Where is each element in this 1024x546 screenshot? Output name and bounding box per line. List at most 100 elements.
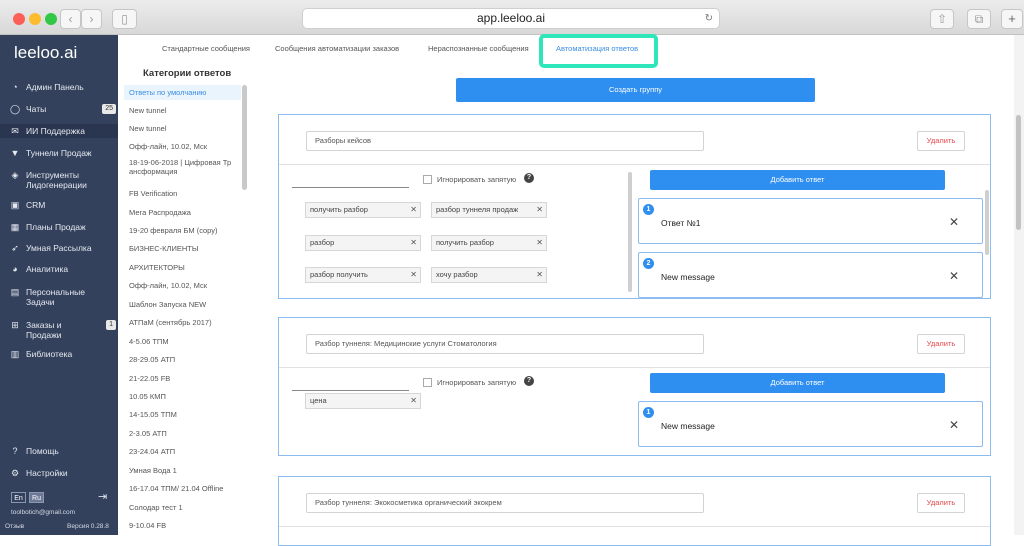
- answer-number: 1: [643, 407, 654, 418]
- keyword-input[interactable]: [292, 187, 409, 188]
- remove-keyword-icon[interactable]: ✕: [536, 236, 543, 250]
- tab-order-automation[interactable]: Сообщения автоматизации заказов: [275, 44, 399, 53]
- sidebar-item-5[interactable]: ◈ Инструменты Лидогенерации: [0, 170, 118, 190]
- sidebar-item-3[interactable]: ✉ ИИ Поддержка: [0, 124, 118, 138]
- category-item[interactable]: Шаблон Запуска NEW: [124, 297, 241, 312]
- keyword-tag[interactable]: получить разбор ✕: [305, 202, 421, 218]
- page-scrollbar[interactable]: [1014, 35, 1024, 535]
- category-item[interactable]: АРХИТЕКТОРЫ: [124, 260, 241, 275]
- close-icon[interactable]: ✕: [949, 215, 959, 229]
- sidebar-item-4[interactable]: ▼ Туннели Продаж: [0, 148, 118, 158]
- category-item[interactable]: 10.05 КМП: [124, 389, 241, 404]
- reload-icon[interactable]: ↻: [705, 9, 713, 28]
- count-badge: 25: [102, 104, 116, 114]
- close-icon[interactable]: ✕: [949, 418, 959, 432]
- category-item[interactable]: Офф-лайн, 10.02, Мск: [124, 278, 241, 293]
- category-item[interactable]: Солодар тест 1: [124, 500, 241, 515]
- keyword-input[interactable]: [292, 390, 409, 391]
- lang-en-button[interactable]: En: [11, 492, 26, 503]
- category-item[interactable]: 14-15.05 ТПМ: [124, 407, 241, 422]
- sidebar-item-settings[interactable]: ⚙ Настройки: [0, 468, 118, 478]
- logout-icon[interactable]: ⇥: [98, 490, 107, 503]
- sidebar-toggle-icon[interactable]: ▯: [112, 9, 137, 29]
- category-item[interactable]: 2-3.05 АТП: [124, 426, 241, 441]
- new-tab-icon[interactable]: +: [1001, 9, 1023, 29]
- delete-group-button[interactable]: Удалить: [917, 493, 965, 513]
- category-item[interactable]: БИЗНЕС-КЛИЕНТЫ: [124, 241, 241, 256]
- sidebar-item-8[interactable]: ➶ Умная Рассылка: [0, 243, 118, 253]
- keyword-tag[interactable]: хочу разбор ✕: [431, 267, 547, 283]
- minimize-window-button[interactable]: [29, 13, 41, 25]
- delete-group-button[interactable]: Удалить: [917, 334, 965, 354]
- help-icon[interactable]: ?: [524, 173, 534, 183]
- add-answer-button[interactable]: Добавить ответ: [650, 373, 945, 393]
- tab-standard-messages[interactable]: Стандартные сообщения: [162, 44, 250, 53]
- remove-keyword-icon[interactable]: ✕: [410, 394, 417, 408]
- category-item[interactable]: 28-29.05 АТП: [124, 352, 241, 367]
- category-item[interactable]: Ответы по умолчанию: [124, 85, 241, 100]
- remove-keyword-icon[interactable]: ✕: [410, 203, 417, 217]
- answer-card[interactable]: 2 New message ✕: [638, 252, 983, 298]
- address-bar[interactable]: app.leeloo.ai ↻: [302, 8, 720, 29]
- keyword-tag[interactable]: разбор ✕: [305, 235, 421, 251]
- sidebar-item-10[interactable]: ▤ Персональные Задачи: [0, 287, 118, 307]
- category-item[interactable]: АТПаМ (сентябрь 2017): [124, 315, 241, 330]
- send-icon: ➶: [11, 243, 19, 253]
- close-window-button[interactable]: [13, 13, 25, 25]
- answer-card[interactable]: 1 New message ✕: [638, 401, 983, 447]
- page-scrollbar-thumb[interactable]: [1016, 115, 1021, 230]
- sidebar-item-9[interactable]: ◕ Аналитика: [0, 264, 118, 274]
- share-icon[interactable]: ⇧: [930, 9, 954, 29]
- close-icon[interactable]: ✕: [949, 269, 959, 283]
- sidebar-item-2[interactable]: ◯ Чаты 25: [0, 104, 118, 114]
- feedback-link[interactable]: Отзыв: [5, 523, 24, 530]
- remove-keyword-icon[interactable]: ✕: [410, 236, 417, 250]
- group-name-input[interactable]: Разборы кейсов: [306, 131, 704, 151]
- remove-keyword-icon[interactable]: ✕: [410, 268, 417, 282]
- keyword-tag[interactable]: получить разбор ✕: [431, 235, 547, 251]
- category-item[interactable]: 23-24.04 АТП: [124, 444, 241, 459]
- tab-unrecognized[interactable]: Нераспознанные сообщения: [428, 44, 529, 53]
- back-icon[interactable]: ‹: [60, 9, 81, 29]
- create-group-button[interactable]: Создать группу: [456, 78, 815, 102]
- keyword-tag[interactable]: разбор получить ✕: [305, 267, 421, 283]
- remove-keyword-icon[interactable]: ✕: [536, 203, 543, 217]
- answer-card[interactable]: 1 Ответ №1 ✕: [638, 198, 983, 244]
- group-name-input[interactable]: Разбор туннеля: Экокосметика органически…: [306, 493, 704, 513]
- keyword-tag[interactable]: цена ✕: [305, 393, 421, 409]
- answers-scrollbar[interactable]: [985, 190, 989, 255]
- group-name-input[interactable]: Разбор туннеля: Медицинские услуги Стома…: [306, 334, 704, 354]
- category-item[interactable]: 21-22.05 FB: [124, 371, 241, 386]
- category-item[interactable]: 4-5.06 ТПМ: [124, 334, 241, 349]
- sidebar-item-1[interactable]: ◔ Админ Панель: [0, 82, 118, 92]
- categories-scrollbar[interactable]: [242, 85, 247, 190]
- category-item[interactable]: Умная Вода 1: [124, 463, 241, 478]
- ignore-comma-checkbox[interactable]: [423, 175, 432, 184]
- category-item[interactable]: FB Verification: [124, 186, 241, 201]
- address-text: app.leeloo.ai: [476, 11, 546, 25]
- keyword-tag[interactable]: разбор туннеля продаж ✕: [431, 202, 547, 218]
- category-item[interactable]: 19-20 февраля БМ (copy): [124, 223, 241, 238]
- category-item[interactable]: Офф-лайн, 10.02, Мск: [124, 139, 241, 154]
- ignore-comma-checkbox[interactable]: [423, 378, 432, 387]
- sidebar-item-7[interactable]: ▦ Планы Продаж: [0, 222, 118, 232]
- maximize-window-button[interactable]: [45, 13, 57, 25]
- sidebar-item-12[interactable]: ▥ Библиотека: [0, 349, 118, 359]
- sidebar-item-6[interactable]: ▣ CRM: [0, 200, 118, 210]
- forward-icon[interactable]: ›: [81, 9, 102, 29]
- category-item[interactable]: New tunnel: [124, 103, 241, 118]
- lang-ru-button[interactable]: Ru: [29, 492, 44, 503]
- category-item[interactable]: 16-17.04 ТПМ/ 21.04 Offline: [124, 481, 241, 496]
- sidebar-item-help[interactable]: ? Помощь: [0, 446, 118, 456]
- add-answer-button[interactable]: Добавить ответ: [650, 170, 945, 190]
- sidebar-item-11[interactable]: ⊞ Заказы и Продажи 1: [0, 320, 118, 340]
- delete-group-button[interactable]: Удалить: [917, 131, 965, 151]
- keywords-scrollbar[interactable]: [628, 172, 632, 292]
- category-item[interactable]: Мега Распродажа: [124, 205, 241, 220]
- category-item[interactable]: New tunnel: [124, 121, 241, 136]
- remove-keyword-icon[interactable]: ✕: [536, 268, 543, 282]
- tabs-overview-icon[interactable]: ⧉: [967, 9, 991, 29]
- help-icon[interactable]: ?: [524, 376, 534, 386]
- category-item[interactable]: 18-19-06-2018 | Цифровая Тр ансформация: [124, 158, 241, 180]
- category-item[interactable]: 9-10.04 FB: [124, 518, 241, 533]
